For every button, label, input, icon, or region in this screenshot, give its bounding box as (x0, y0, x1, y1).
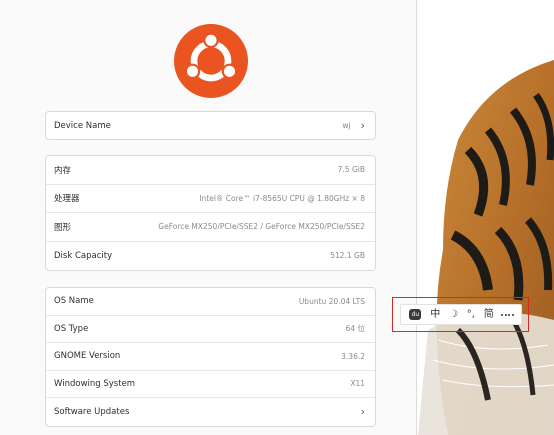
moon-icon[interactable]: ☽ (449, 309, 458, 320)
os-name-value: Ubuntu 20.04 LTS (298, 296, 365, 306)
memory-value: 7.5 GiB (337, 165, 365, 175)
memory-row: 内存 7.5 GiB (46, 156, 375, 185)
gnome-version-row: GNOME Version 3.36.2 (46, 343, 375, 371)
chevron-right-icon: › (360, 405, 365, 419)
device-name-row[interactable]: Device Name wj › (46, 112, 375, 139)
windowing-system-row: Windowing System X11 (46, 371, 375, 398)
gnome-version-value: 3.36.2 (341, 351, 365, 361)
hardware-info-card: 内存 7.5 GiB 处理器 Intel® Core™ i7-8565U CPU… (45, 155, 376, 271)
graphics-value: GeForce MX250/PCIe/SSE2 / GeForce MX250/… (158, 222, 365, 232)
ime-mode-button[interactable]: 中 (430, 309, 440, 320)
tiger-wallpaper (418, 0, 554, 435)
disk-capacity-row: Disk Capacity 512.1 GB (46, 242, 375, 271)
ubuntu-logo-icon (174, 24, 248, 98)
gnome-version-label: GNOME Version (54, 351, 121, 362)
graphics-row: 图形 GeForce MX250/PCIe/SSE2 / GeForce MX2… (46, 213, 375, 242)
disk-capacity-label: Disk Capacity (54, 250, 113, 261)
os-type-row: OS Type 64 位 (46, 316, 375, 343)
ime-toolbar: du 中 ☽ °, 简 (400, 304, 522, 325)
ime-toolbar-highlight: du 中 ☽ °, 简 (392, 297, 529, 332)
os-type-label: OS Type (54, 323, 89, 334)
software-updates-label: Software Updates (54, 406, 130, 417)
device-name-label: Device Name (54, 120, 111, 131)
ime-logo-icon[interactable]: du (409, 309, 422, 320)
settings-about-panel: Device Name wj › 内存 7.5 GiB 处理器 Intel® C… (0, 0, 417, 435)
device-name-value: wj (342, 121, 351, 130)
os-name-label: OS Name (54, 296, 94, 307)
punctuation-icon[interactable]: °, (467, 309, 475, 320)
windowing-system-value: X11 (350, 379, 365, 389)
windowing-system-label: Windowing System (54, 378, 136, 389)
os-info-card: OS Name Ubuntu 20.04 LTS OS Type 64 位 GN… (45, 287, 376, 427)
processor-value: Intel® Core™ i7-8565U CPU @ 1.80GHz × 8 (199, 193, 365, 203)
chevron-right-icon: › (360, 119, 365, 132)
graphics-label: 图形 (54, 222, 72, 233)
device-name-card: Device Name wj › (45, 111, 376, 140)
processor-label: 处理器 (54, 194, 80, 205)
os-type-value: 64 位 (345, 324, 365, 334)
processor-row: 处理器 Intel® Core™ i7-8565U CPU @ 1.80GHz … (46, 185, 375, 213)
disk-capacity-value: 512.1 GB (330, 251, 365, 261)
simplified-button[interactable]: 简 (484, 309, 494, 320)
memory-label: 内存 (54, 165, 72, 176)
software-updates-row[interactable]: Software Updates › (46, 398, 375, 426)
os-name-row: OS Name Ubuntu 20.04 LTS (46, 288, 375, 316)
grid-icon[interactable] (501, 310, 514, 320)
